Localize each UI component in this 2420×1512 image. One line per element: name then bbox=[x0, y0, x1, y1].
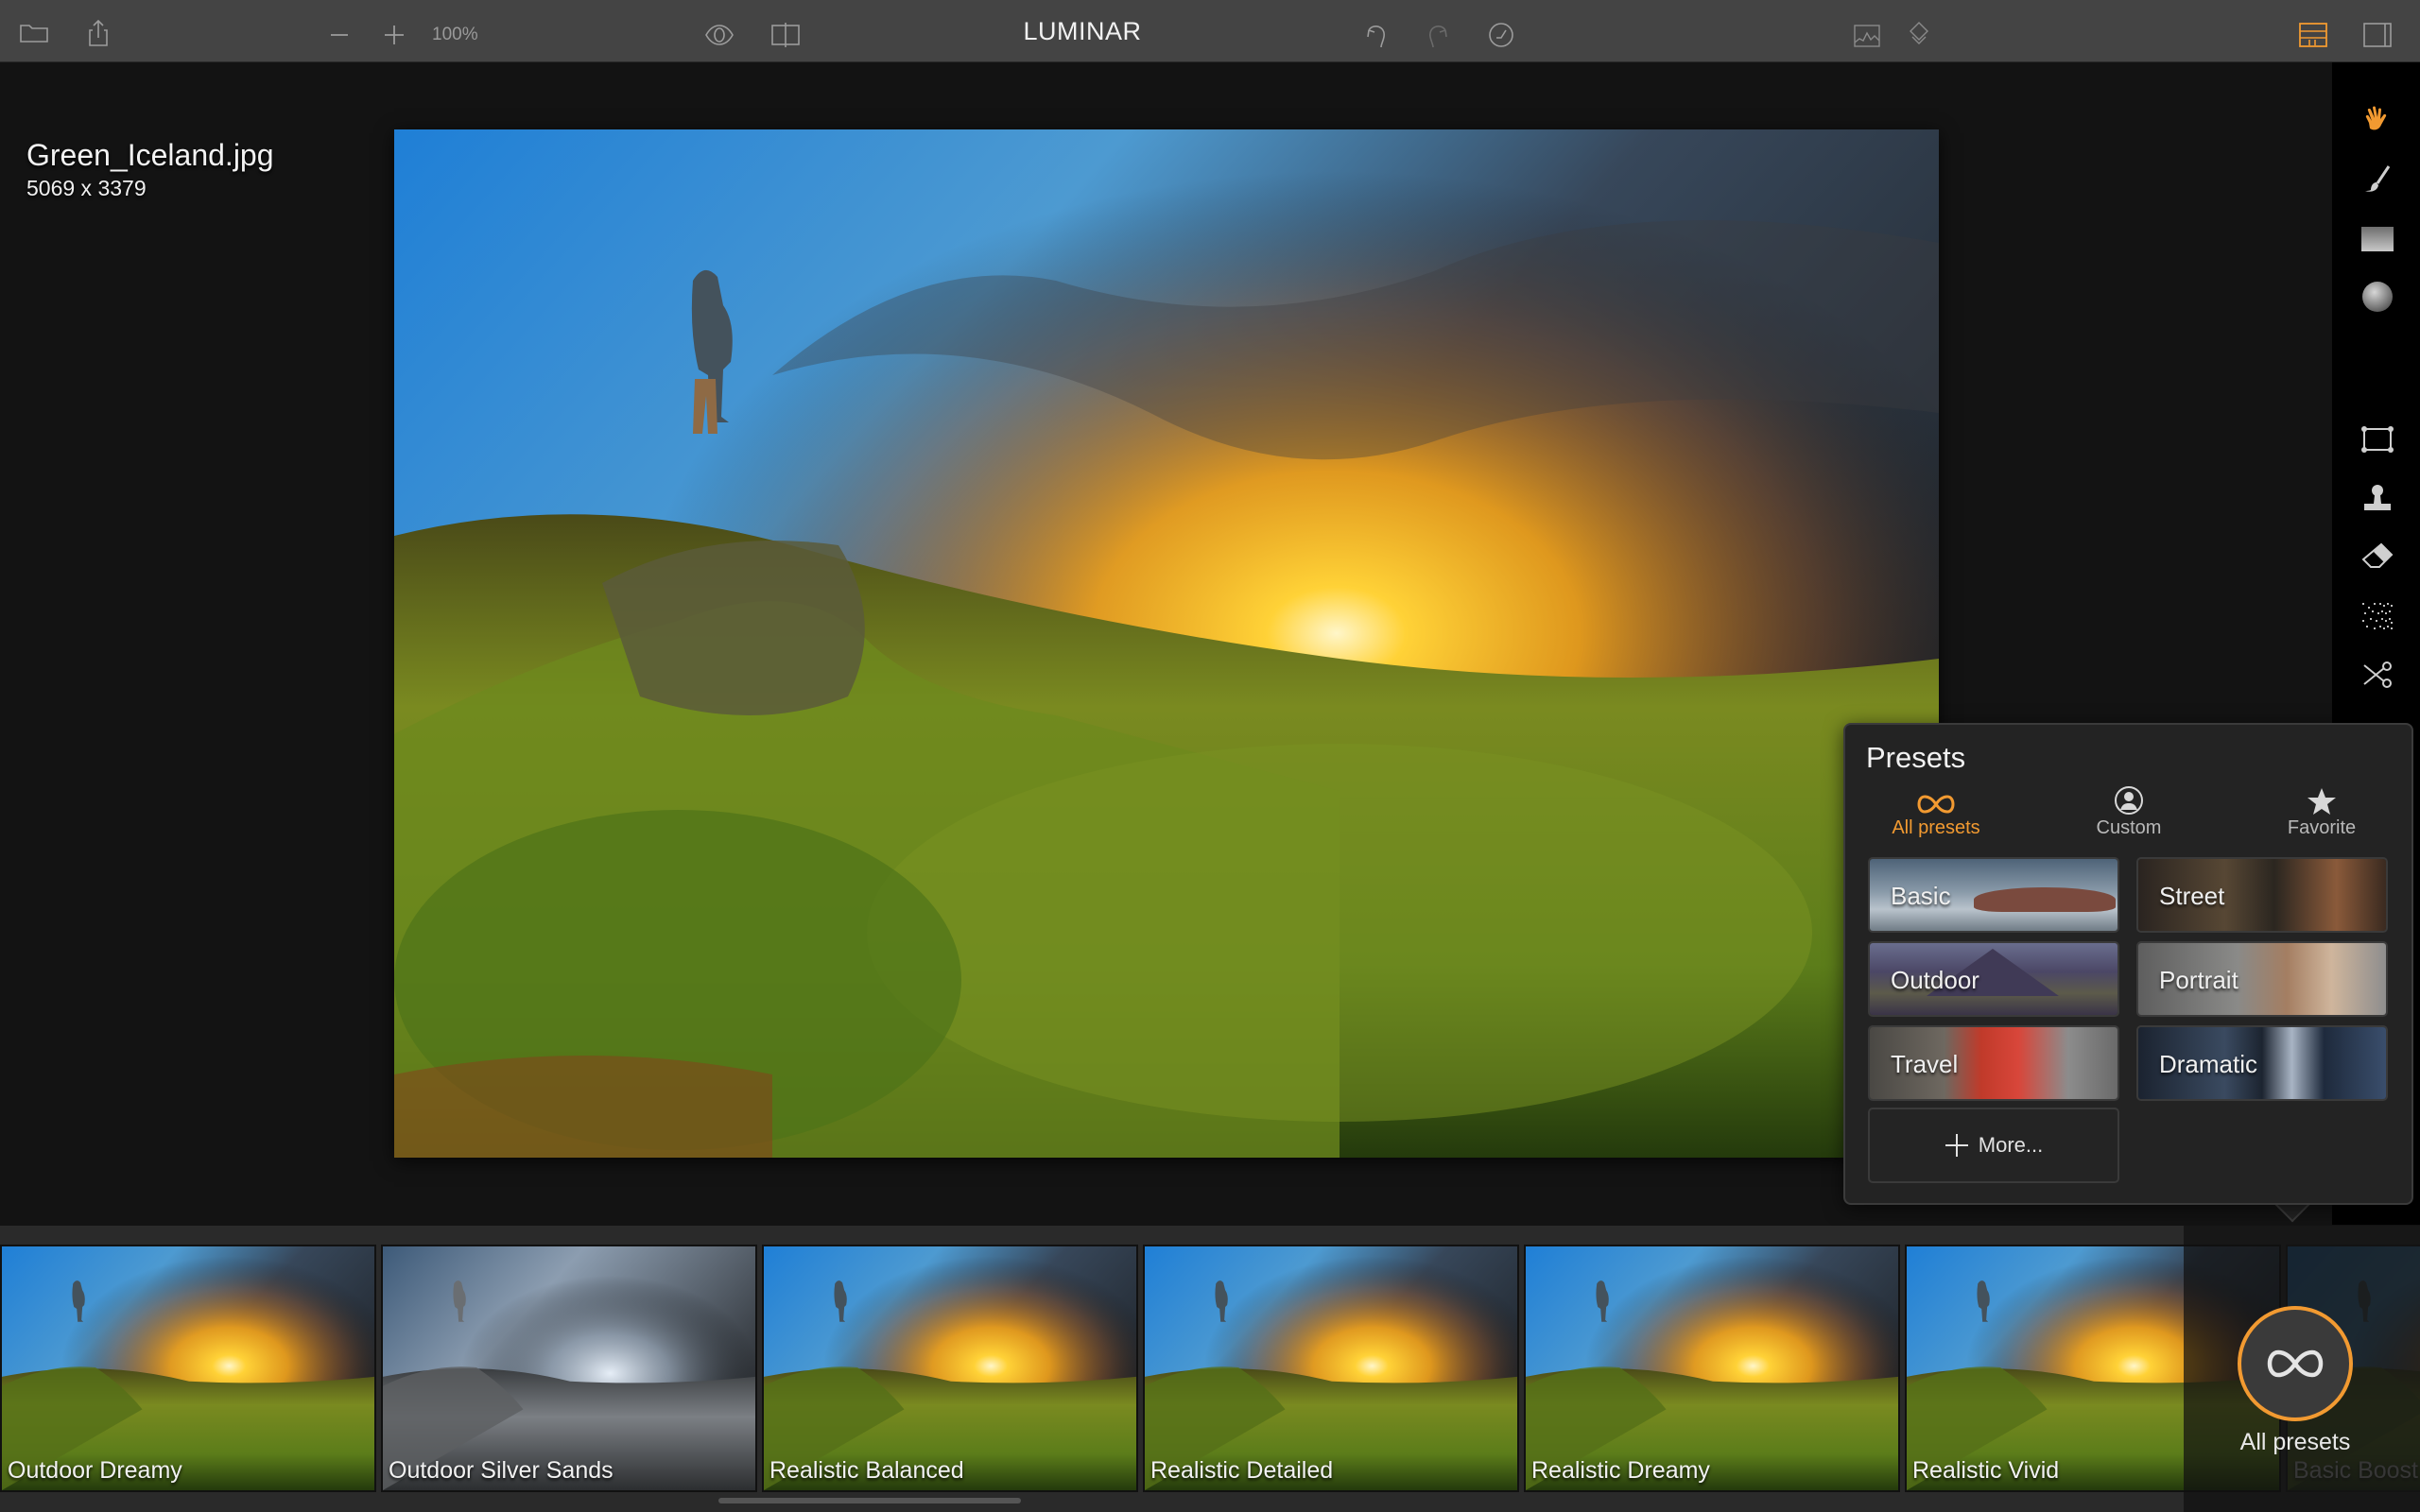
preset-category-label: Portrait bbox=[2159, 966, 2238, 994]
star-icon bbox=[2308, 788, 2336, 815]
landscape-photo bbox=[394, 129, 1939, 1158]
tool-transform[interactable] bbox=[2360, 423, 2394, 457]
history-button[interactable] bbox=[1485, 17, 1517, 49]
app-title: LUMINAR bbox=[1023, 17, 1142, 45]
share-icon bbox=[89, 19, 108, 46]
preset-thumbnail[interactable]: Realistic Detailed bbox=[1143, 1245, 1519, 1492]
preset-category-travel[interactable]: Travel bbox=[1868, 1025, 2119, 1101]
presets-layout-button[interactable] bbox=[2297, 17, 2329, 49]
tool-erase[interactable] bbox=[2360, 541, 2394, 575]
preset-category-portrait[interactable]: Portrait bbox=[2136, 941, 2388, 1017]
tool-clone-stamp[interactable] bbox=[2360, 482, 2394, 516]
side-panel-layout-button[interactable] bbox=[2361, 17, 2394, 49]
more-label: More... bbox=[1978, 1133, 2044, 1157]
more-presets-button[interactable]: More... bbox=[1868, 1108, 2119, 1183]
redo-icon bbox=[1429, 26, 1447, 48]
export-share-button[interactable] bbox=[82, 17, 114, 49]
filmstrip-layout-icon bbox=[2299, 23, 2327, 47]
preview-eye-button[interactable] bbox=[703, 17, 735, 49]
scissors-icon bbox=[2363, 662, 2392, 688]
preset-thumbnail[interactable]: Outdoor Dreamy bbox=[0, 1245, 376, 1492]
redo-button[interactable] bbox=[1423, 17, 1455, 49]
history-clock-icon bbox=[1489, 23, 1513, 47]
filmstrip-scrollbar[interactable] bbox=[718, 1498, 1021, 1503]
sidebar-layout-icon bbox=[2363, 23, 2392, 47]
preset-thumbnail[interactable]: Realistic Dreamy bbox=[1524, 1245, 1900, 1492]
all-presets-label: All presets bbox=[2239, 1429, 2351, 1455]
gradient-icon bbox=[2361, 227, 2394, 251]
tab-label: All presets bbox=[1892, 817, 1980, 838]
preset-preview-image bbox=[764, 1246, 1136, 1490]
preset-thumbnail-label: Realistic Detailed bbox=[1150, 1457, 1334, 1484]
preset-thumbnail-label: Realistic Dreamy bbox=[1531, 1457, 1710, 1484]
compare-split-button[interactable] bbox=[769, 17, 802, 49]
radial-mask-icon bbox=[2362, 282, 2393, 312]
zoom-out-button[interactable] bbox=[323, 17, 355, 49]
tool-crop[interactable] bbox=[2360, 658, 2394, 692]
eye-icon bbox=[705, 25, 734, 45]
clone-stamp-icon bbox=[2364, 485, 2391, 510]
folder-icon bbox=[20, 25, 48, 43]
hand-icon bbox=[2365, 106, 2387, 130]
plus-icon bbox=[1945, 1134, 1968, 1157]
histogram-icon bbox=[1854, 25, 1880, 47]
zoom-in-button[interactable] bbox=[378, 17, 410, 49]
luminar-app: 100% LUMINAR Green_Iceland.jpg 5069 x 33… bbox=[0, 0, 2420, 1512]
presets-filmstrip: Outdoor Dreamy Outdoor Silver Sands Realis… bbox=[0, 1226, 2420, 1512]
tab-favorite[interactable]: Favorite bbox=[2256, 783, 2388, 839]
tab-all-presets[interactable]: All presets bbox=[1870, 783, 2002, 839]
file-name: Green_Iceland.jpg bbox=[26, 138, 274, 172]
preset-category-label: Outdoor bbox=[1891, 966, 1979, 994]
tab-custom[interactable]: Custom bbox=[2063, 783, 2195, 839]
erase-icon bbox=[2361, 542, 2394, 568]
layers-button[interactable] bbox=[1903, 17, 1935, 49]
tool-gradient[interactable] bbox=[2360, 221, 2394, 255]
preset-thumbnail[interactable]: Realistic Balanced bbox=[762, 1245, 1138, 1492]
preset-thumbnail[interactable]: Outdoor Silver Sands bbox=[381, 1245, 757, 1492]
preset-category-basic[interactable]: Basic bbox=[1868, 857, 2119, 933]
preset-category-street[interactable]: Street bbox=[2136, 857, 2388, 933]
preset-preview-image bbox=[2, 1246, 374, 1490]
plus-icon bbox=[385, 26, 404, 44]
split-view-icon bbox=[771, 23, 800, 47]
preset-category-label: Street bbox=[2159, 882, 2225, 910]
preset-category-label: Travel bbox=[1891, 1050, 1959, 1078]
open-folder-button[interactable] bbox=[18, 17, 50, 49]
preset-category-dramatic[interactable]: Dramatic bbox=[2136, 1025, 2388, 1101]
tool-brush[interactable] bbox=[2360, 163, 2394, 197]
histogram-button[interactable] bbox=[1851, 17, 1883, 49]
infinity-icon bbox=[2267, 1349, 2324, 1378]
preset-category-label: Basic bbox=[1891, 882, 1951, 910]
preset-preview-image bbox=[1526, 1246, 1898, 1490]
preset-preview-image bbox=[1145, 1246, 1517, 1490]
preset-category-label: Dramatic bbox=[2159, 1050, 2258, 1078]
preset-thumbnail-label: Outdoor Silver Sands bbox=[389, 1457, 614, 1484]
undo-icon bbox=[1367, 26, 1385, 48]
main-photo-canvas[interactable] bbox=[394, 129, 1939, 1158]
tab-label: Custom bbox=[2096, 817, 2162, 838]
presets-popover: Presets All presets Custom Favorite Basi… bbox=[1843, 723, 2413, 1205]
tab-label: Favorite bbox=[2287, 817, 2357, 838]
brush-icon bbox=[2365, 165, 2391, 192]
preset-category-outdoor[interactable]: Outdoor bbox=[1868, 941, 2119, 1017]
undo-button[interactable] bbox=[1359, 17, 1392, 49]
preset-thumbnail-label: Realistic Vivid bbox=[1912, 1457, 2060, 1484]
preset-preview-image bbox=[383, 1246, 755, 1490]
user-circle-icon bbox=[2115, 786, 2143, 815]
minus-icon bbox=[331, 34, 348, 36]
preset-thumbnail-label: Realistic Balanced bbox=[769, 1457, 964, 1484]
transform-icon bbox=[2361, 426, 2394, 453]
file-dimensions: 5069 x 3379 bbox=[26, 176, 147, 200]
tool-radial-mask[interactable] bbox=[2360, 280, 2394, 314]
denoise-icon bbox=[2362, 603, 2393, 629]
infinity-icon bbox=[1917, 795, 1955, 814]
presets-title: Presets bbox=[1866, 741, 1966, 774]
all-presets-button[interactable] bbox=[2238, 1306, 2353, 1421]
tool-denoise[interactable] bbox=[2360, 599, 2394, 633]
layers-icon bbox=[1910, 22, 1928, 44]
zoom-level[interactable]: 100% bbox=[432, 25, 478, 45]
top-toolbar: 100% LUMINAR bbox=[0, 0, 2420, 62]
preset-thumbnail-label: Outdoor Dreamy bbox=[8, 1457, 182, 1484]
tool-pan[interactable] bbox=[2360, 104, 2394, 138]
